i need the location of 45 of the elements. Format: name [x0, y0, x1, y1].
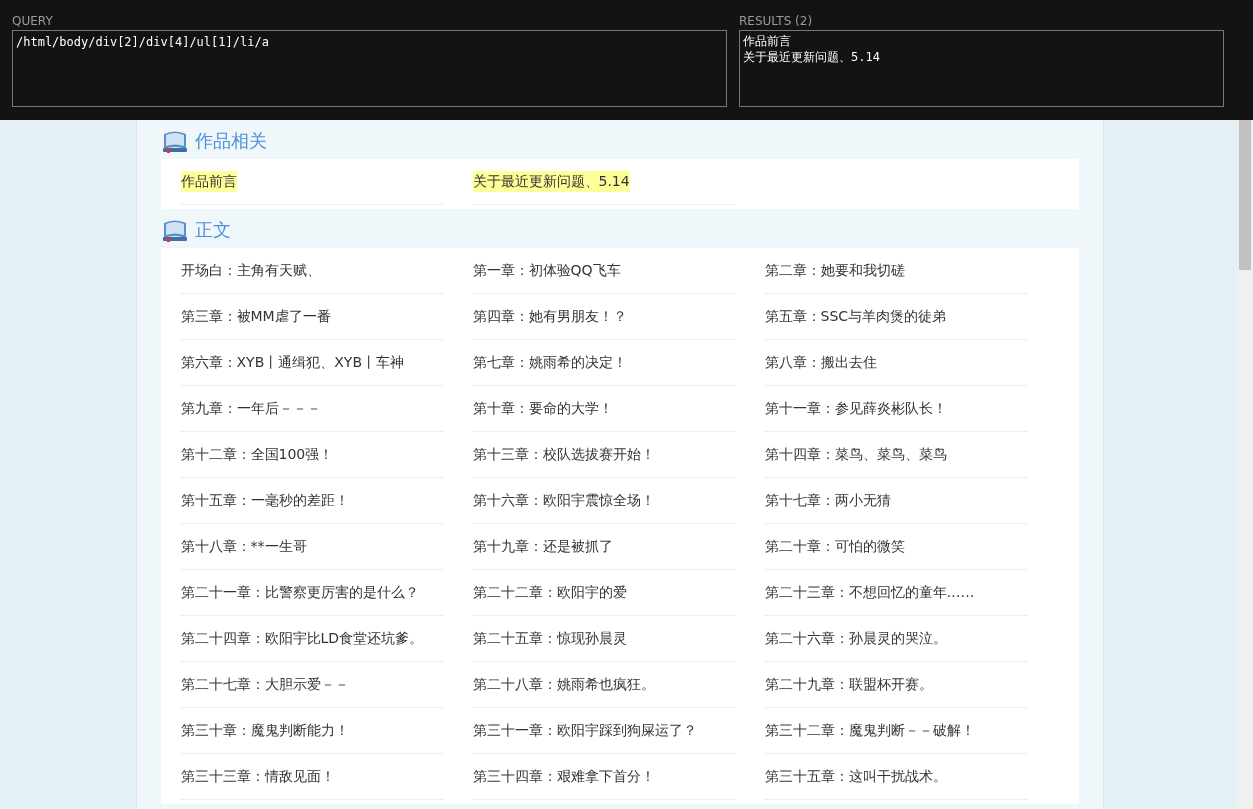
chapter-link[interactable]: 第十七章：两小无猜	[764, 490, 891, 511]
chapter-link[interactable]: 第三十二章：魔鬼判断－－破解！	[764, 720, 975, 741]
result-line: 关于最近更新问题、5.14	[743, 49, 881, 65]
chapter-link[interactable]: 第二十八章：姚雨希也疯狂。	[472, 674, 655, 695]
results-label: RESULTS (2)	[739, 13, 813, 30]
chapter-link[interactable]: 第二十三章：不想回忆的童年……	[764, 582, 975, 603]
chapter-link[interactable]: 关于最近更新问题、5.14	[472, 171, 630, 192]
chapter-link[interactable]: 第十一章：参见薛炎彬队长！	[764, 398, 947, 419]
result-line: 作品前言	[743, 33, 792, 49]
chapter-link[interactable]: 第二章：她要和我切磋	[764, 260, 905, 281]
chapter-link[interactable]: 第二十二章：欧阳宇的爱	[472, 582, 627, 603]
chapter-link[interactable]: 开场白：主角有天赋、	[180, 260, 321, 281]
chapter-link[interactable]: 第四章：她有男朋友！？	[472, 306, 627, 327]
chapter-link[interactable]: 第十八章：**一生哥	[180, 536, 307, 557]
query-label: QUERY	[12, 13, 53, 30]
query-field[interactable]: /html/body/div[2]/div[4]/ul[1]/li/a	[12, 30, 727, 107]
chapter-link[interactable]: 第三十四章：艰难拿下首分！	[472, 766, 655, 787]
chapter-link[interactable]: 第二十九章：联盟杯开赛。	[764, 674, 933, 695]
chapter-link[interactable]: 第七章：姚雨希的决定！	[472, 352, 627, 373]
chapter-link[interactable]: 作品前言	[180, 171, 237, 192]
chapter-link[interactable]: 第一章：初体验QQ飞车	[472, 260, 621, 281]
chapter-link[interactable]: 第二十章：可怕的微笑	[764, 536, 905, 557]
chapter-link[interactable]: 第二十一章：比警察更厉害的是什么？	[180, 582, 419, 603]
chapter-link[interactable]: 第三十五章：这叫干扰战术。	[764, 766, 947, 787]
section-title: 作品相关	[194, 129, 267, 153]
chapter-link[interactable]: 第三章：被MM虐了一番	[180, 306, 331, 327]
chapter-link[interactable]: 第十九章：还是被抓了	[472, 536, 613, 557]
chapter-link[interactable]: 第三十章：魔鬼判断能力！	[180, 720, 349, 741]
chapter-link[interactable]: 第六章：XYB丨通缉犯、XYB丨车神	[180, 352, 404, 373]
section-title: 正文	[194, 218, 231, 242]
chapter-link[interactable]: 第十章：要命的大学！	[472, 398, 613, 419]
chapter-link[interactable]: 第十四章：菜鸟、菜鸟、菜鸟	[764, 444, 947, 465]
chapter-link[interactable]: 第九章：一年后－－－	[180, 398, 321, 419]
chapter-link[interactable]: 第十三章：校队选拔赛开始！	[472, 444, 655, 465]
chapter-link[interactable]: 第十二章：全国100强！	[180, 444, 334, 465]
chapter-link[interactable]: 第二十六章：孙晨灵的哭泣。	[764, 628, 947, 649]
chapter-link[interactable]: 第三十一章：欧阳宇踩到狗屎运了？	[472, 720, 697, 741]
chapter-link[interactable]: 第二十七章：大胆示爱－－	[180, 674, 349, 695]
chapter-link[interactable]: 第八章：搬出去住	[764, 352, 877, 373]
chapter-link[interactable]: 第二十四章：欧阳宇比LD食堂还坑爹。	[180, 628, 424, 649]
chapter-link[interactable]: 第三十三章：情敌见面！	[180, 766, 335, 787]
chapter-link[interactable]: 第二十五章：惊现孙晨灵	[472, 628, 627, 649]
chapter-link[interactable]: 第十六章：欧阳宇震惊全场！	[472, 490, 655, 511]
chapter-link[interactable]: 第十五章：一毫秒的差距！	[180, 490, 349, 511]
chapter-link[interactable]: 第五章：SSC与羊肉煲的徒弟	[764, 306, 947, 327]
